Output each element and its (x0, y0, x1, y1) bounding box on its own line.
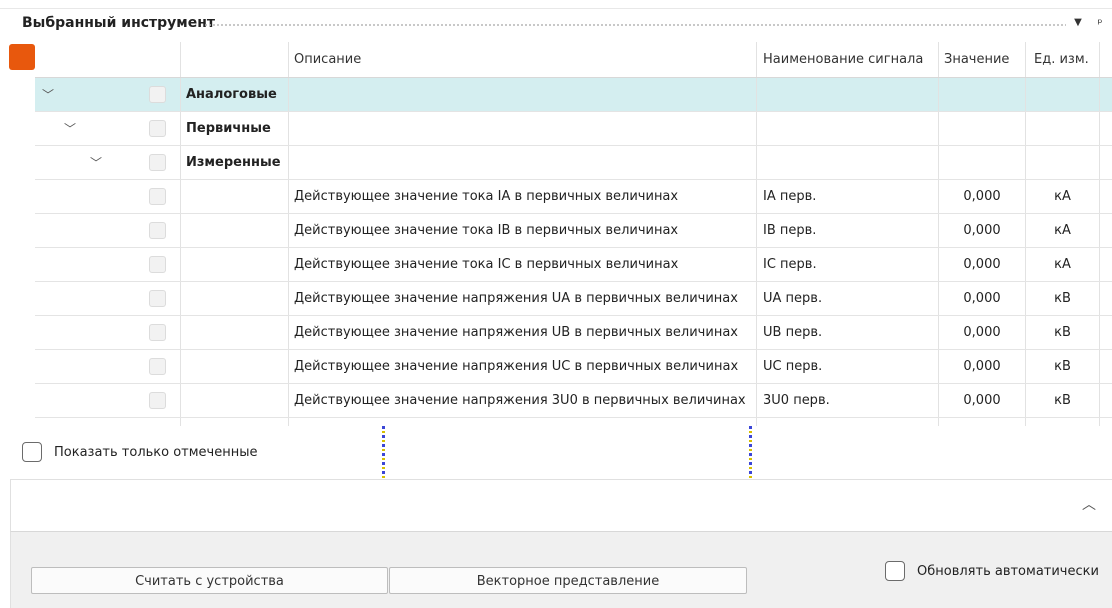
show-only-checked-label: Показать только отмеченные (54, 444, 258, 460)
vector-view-button[interactable]: Векторное представление (389, 567, 747, 594)
column-splitter[interactable] (749, 426, 752, 478)
row-checkbox[interactable] (149, 256, 166, 273)
signal-cell: IC перв. (757, 248, 939, 281)
row-checkbox[interactable] (149, 154, 166, 171)
signal-cell: IA перв. (757, 180, 939, 213)
unit-cell: кА (1026, 180, 1100, 213)
unit-cell: кА (1026, 248, 1100, 281)
row-checkbox[interactable] (149, 120, 166, 137)
table-row[interactable]: Действующее значение напряжения 3U0 в пе… (35, 384, 1112, 418)
table-row[interactable]: Действующее значение тока IB в первичных… (35, 214, 1112, 248)
table-row[interactable]: Действующее значение тока IA в первичных… (35, 180, 1112, 214)
description-cell: Действующее значение напряжения UB в пер… (289, 316, 757, 349)
chevron-up-icon[interactable]: ︿ (1080, 496, 1098, 514)
row-checkbox[interactable] (149, 188, 166, 205)
auto-update-label: Обновлять автоматически (917, 563, 1099, 579)
row-checkbox[interactable] (149, 222, 166, 239)
chevron-down-icon[interactable]: ﹀ (63, 122, 77, 136)
table-row[interactable]: Действующее значение напряжения UA в пер… (35, 282, 1112, 316)
table-row[interactable]: Действующее значение тока IC в первичных… (35, 248, 1112, 282)
column-header-value[interactable]: Значение (939, 42, 1026, 77)
signal-cell: UC перв. (757, 350, 939, 383)
value-cell: 0,000 (939, 350, 1026, 383)
group-row-primary[interactable]: ﹀ Первичные (35, 112, 1112, 146)
description-cell: Действующее значение тока IB в первичных… (289, 214, 757, 247)
row-checkbox[interactable] (149, 392, 166, 409)
value-cell: 0,000 (939, 316, 1026, 349)
group-label: Аналоговые (181, 78, 289, 111)
value-cell: 0,000 (939, 384, 1026, 417)
panel-titlebar: Выбранный инструмент ▼ ᵖ (0, 8, 1112, 38)
row-checkbox[interactable] (149, 86, 166, 103)
auto-update-checkbox[interactable] (885, 561, 905, 581)
table-row-partial (35, 418, 1112, 426)
footer-bar: Считать с устройства Векторное представл… (10, 531, 1112, 608)
unit-cell: кВ (1026, 316, 1100, 349)
pin-icon[interactable]: ᵖ (1092, 14, 1108, 32)
signal-cell: UB перв. (757, 316, 939, 349)
unit-cell: кВ (1026, 282, 1100, 315)
description-cell: Действующее значение напряжения UA в пер… (289, 282, 757, 315)
signal-cell: 3U0 перв. (757, 384, 939, 417)
description-cell: Действующее значение напряжения UC в пер… (289, 350, 757, 383)
unit-cell: кА (1026, 214, 1100, 247)
drag-grip[interactable] (204, 23, 1066, 27)
column-header-unit[interactable]: Ед. изм. (1026, 42, 1100, 77)
group-row-analog[interactable]: ﹀ Аналоговые (35, 78, 1112, 112)
collapsible-panel: ︿ (10, 479, 1112, 531)
value-cell: 0,000 (939, 282, 1026, 315)
chevron-down-icon[interactable]: ﹀ (41, 88, 55, 102)
column-splitter[interactable] (382, 426, 385, 478)
column-header-signal-name[interactable]: Наименование сигнала (757, 42, 939, 77)
grid-header: Описание Наименование сигнала Значение Е… (35, 42, 1112, 78)
value-cell: 0,000 (939, 180, 1026, 213)
group-row-measured[interactable]: ﹀ Измеренные (35, 146, 1112, 180)
panel-title: Выбранный инструмент (22, 15, 216, 31)
read-from-device-button[interactable]: Считать с устройства (31, 567, 388, 594)
description-cell: Действующее значение тока IC в первичных… (289, 248, 757, 281)
signal-cell: IB перв. (757, 214, 939, 247)
group-label: Измеренные (181, 146, 289, 179)
row-checkbox[interactable] (149, 290, 166, 307)
description-cell: Действующее значение напряжения 3U0 в пе… (289, 384, 757, 417)
table-row[interactable]: Действующее значение напряжения UB в пер… (35, 316, 1112, 350)
show-only-checked-option[interactable]: Показать только отмеченные (22, 442, 258, 462)
column-header-description[interactable]: Описание (289, 42, 757, 77)
triangle-down-icon[interactable]: ▼ (1070, 14, 1086, 32)
signal-grid: Описание Наименование сигнала Значение Е… (0, 42, 1112, 426)
unit-cell: кВ (1026, 350, 1100, 383)
value-cell: 0,000 (939, 248, 1026, 281)
row-checkbox[interactable] (149, 324, 166, 341)
unit-cell: кВ (1026, 384, 1100, 417)
value-cell: 0,000 (939, 214, 1026, 247)
chevron-down-icon[interactable]: ﹀ (89, 156, 103, 170)
description-cell: Действующее значение тока IA в первичных… (289, 180, 757, 213)
show-only-checked-checkbox[interactable] (22, 442, 42, 462)
table-row[interactable]: Действующее значение напряжения UC в пер… (35, 350, 1112, 384)
group-label: Первичные (181, 112, 289, 145)
row-checkbox[interactable] (149, 358, 166, 375)
auto-update-option[interactable]: Обновлять автоматически (885, 561, 1099, 581)
signal-cell: UA перв. (757, 282, 939, 315)
